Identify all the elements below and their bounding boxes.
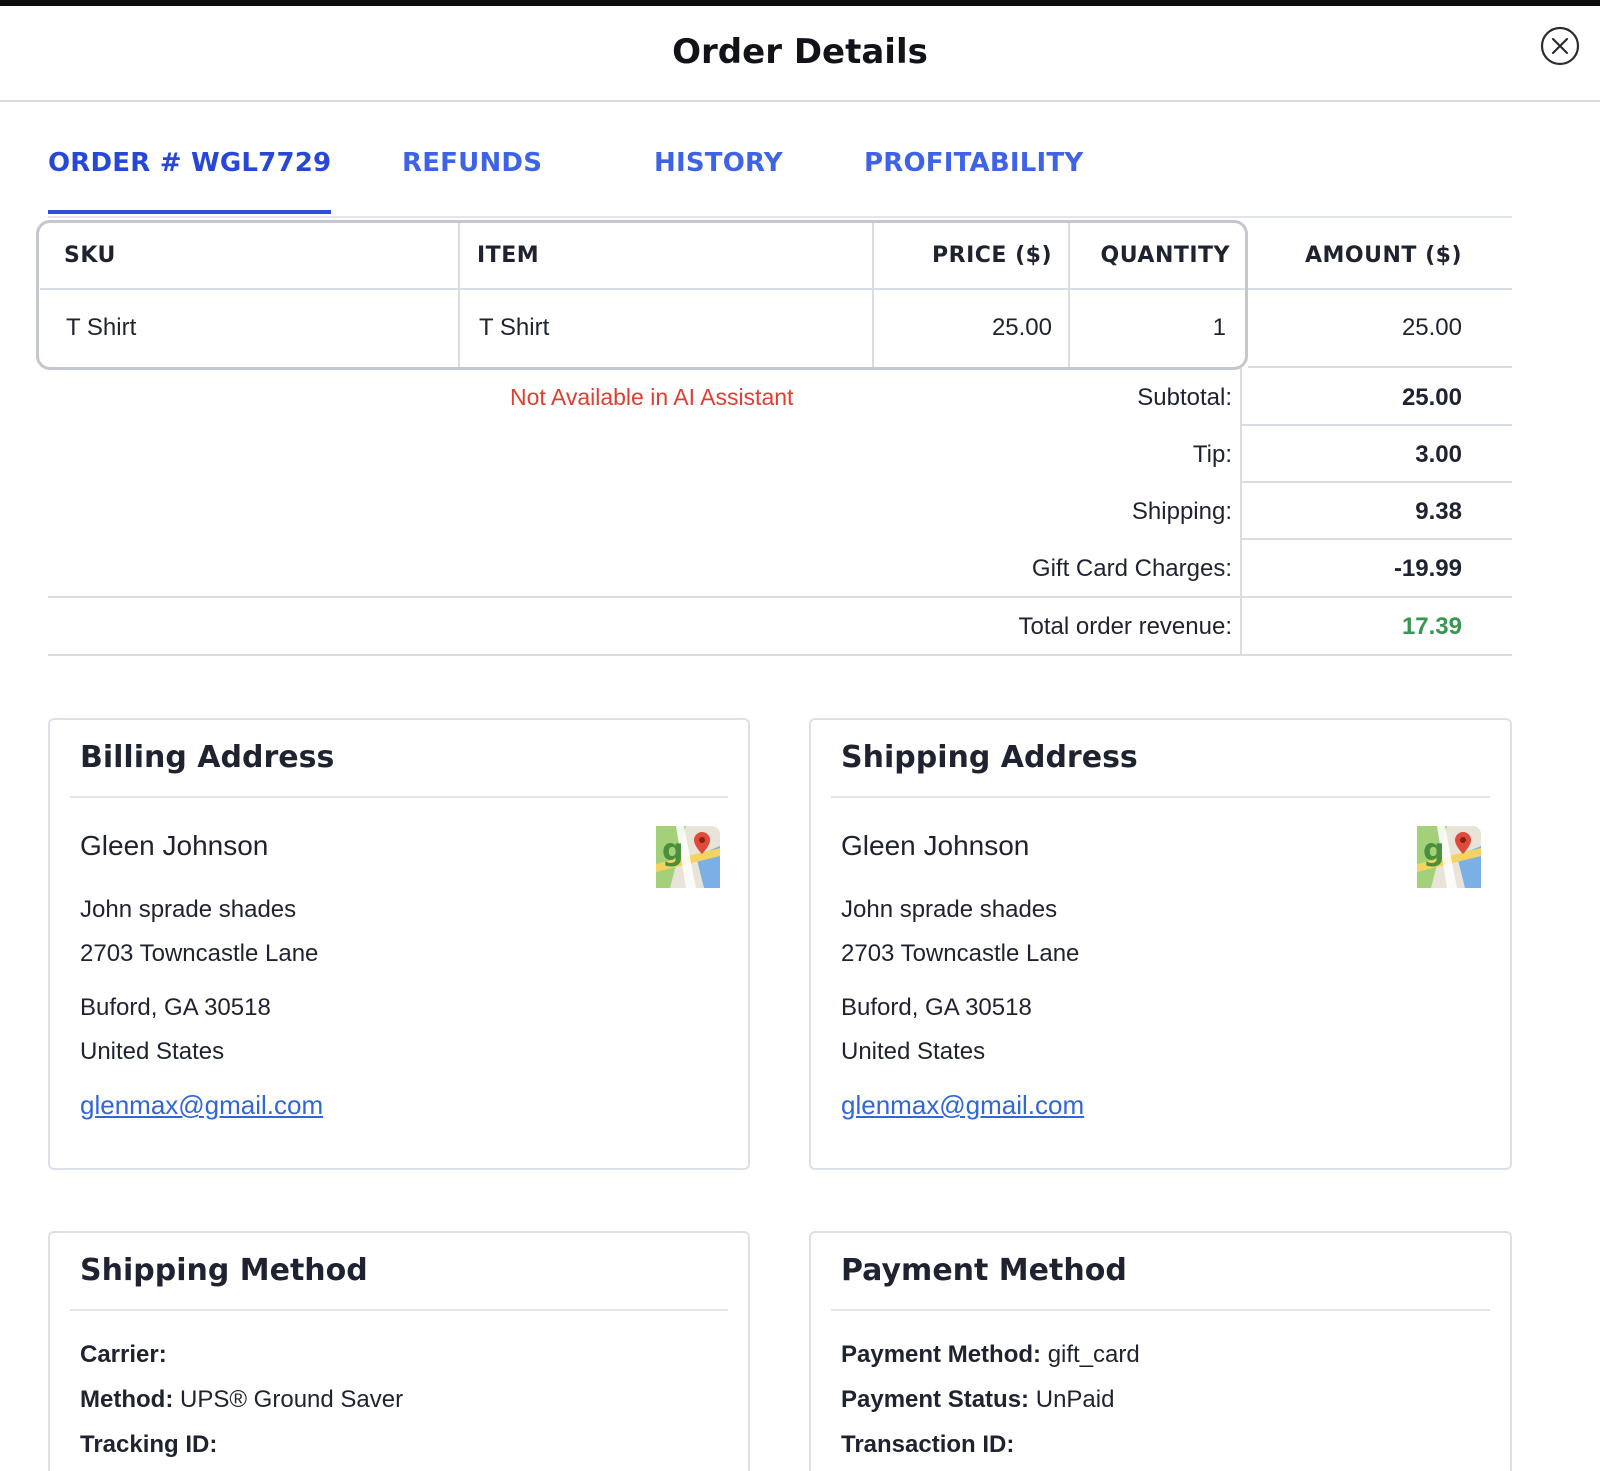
shipping-method-title: Shipping Method xyxy=(80,1253,368,1288)
gift-card-value: -19.99 xyxy=(1393,555,1462,582)
total-revenue-label: Total order revenue: xyxy=(1018,613,1232,640)
payment-method-label: Payment Method: xyxy=(841,1341,1042,1368)
billing-address-card: Billing Address Gleen Johnson g John spr… xyxy=(48,718,750,1170)
billing-address-title: Billing Address xyxy=(80,740,335,775)
tip-label: Tip: xyxy=(1192,441,1232,468)
shipping-address-card: Shipping Address Gleen Johnson g John sp… xyxy=(809,718,1512,1170)
modal-header: Order Details xyxy=(0,6,1600,102)
tab-profitability[interactable]: PROFITABILITY xyxy=(864,148,1083,216)
google-maps-icon[interactable]: g xyxy=(656,826,720,888)
carrier-label: Carrier: xyxy=(80,1341,167,1368)
payment-method-title: Payment Method xyxy=(841,1253,1127,1288)
shipping-city: Buford, GA 30518 xyxy=(841,994,1032,1021)
card-divider xyxy=(831,1309,1490,1311)
subtotal-value: 25.00 xyxy=(1401,384,1462,411)
summary-row-divider xyxy=(1242,481,1512,483)
billing-company: John sprade shades xyxy=(80,896,297,923)
billing-country: United States xyxy=(80,1038,225,1065)
gift-card-label: Gift Card Charges: xyxy=(1031,555,1232,582)
card-divider xyxy=(831,796,1490,798)
summary-row-divider xyxy=(1242,424,1512,426)
svg-text:g: g xyxy=(1423,833,1444,868)
tab-refunds[interactable]: REFUNDS xyxy=(402,148,542,216)
billing-name: Gleen Johnson xyxy=(80,830,269,861)
method-label: Method: xyxy=(80,1386,174,1413)
card-divider xyxy=(70,796,728,798)
billing-email-link[interactable]: glenmax@gmail.com xyxy=(80,1090,323,1121)
tracking-row: Tracking ID: xyxy=(80,1431,217,1459)
shipping-street: 2703 Towncastle Lane xyxy=(841,940,1080,967)
tab-order[interactable]: ORDER # WGL7729 xyxy=(48,148,332,216)
tip-value: 3.00 xyxy=(1415,441,1462,468)
carrier-row: Carrier: xyxy=(80,1341,167,1369)
payment-status-row: Payment Status: UnPaid xyxy=(841,1386,1114,1414)
cell-amount: 25.00 xyxy=(1401,314,1462,341)
tab-history[interactable]: HISTORY xyxy=(654,148,783,216)
tab-divider xyxy=(48,216,1512,218)
payment-status-label: Payment Status: xyxy=(841,1386,1030,1413)
shipping-value: 9.38 xyxy=(1415,498,1462,525)
close-circle-icon[interactable] xyxy=(1540,26,1580,66)
billing-city: Buford, GA 30518 xyxy=(80,994,271,1021)
method-value: UPS® Ground Saver xyxy=(179,1386,404,1413)
shipping-company: John sprade shades xyxy=(841,896,1058,923)
col-header-amount: AMOUNT ($) xyxy=(1305,243,1462,268)
card-divider xyxy=(70,1309,728,1311)
payment-status-value: UnPaid xyxy=(1035,1386,1115,1413)
billing-street: 2703 Towncastle Lane xyxy=(80,940,319,967)
summary-row-divider xyxy=(1242,538,1512,540)
transaction-row: Transaction ID: xyxy=(841,1431,1014,1459)
shipping-address-title: Shipping Address xyxy=(841,740,1138,775)
shipping-email-link[interactable]: glenmax@gmail.com xyxy=(841,1090,1084,1121)
modal-title: Order Details xyxy=(672,32,928,72)
payment-method-value: gift_card xyxy=(1047,1341,1140,1368)
shipping-name: Gleen Johnson xyxy=(841,830,1030,861)
summary-row-divider xyxy=(48,596,1512,598)
shipping-country: United States xyxy=(841,1038,986,1065)
tracking-label: Tracking ID: xyxy=(80,1431,218,1458)
summary-bottom-divider xyxy=(48,654,1512,656)
subtotal-label: Subtotal: xyxy=(1137,384,1232,411)
summary-row-divider xyxy=(1248,366,1512,368)
summary-divider xyxy=(1240,368,1242,656)
google-maps-icon[interactable]: g xyxy=(1417,826,1481,888)
total-revenue-value: 17.39 xyxy=(1401,613,1462,640)
payment-method-row: Payment Method: gift_card xyxy=(841,1341,1140,1369)
payment-method-card: Payment Method Payment Method: gift_card… xyxy=(809,1231,1512,1471)
ai-unavailable-notice: Not Available in AI Assistant xyxy=(510,384,794,410)
svg-text:g: g xyxy=(662,833,683,868)
shipping-method-card: Shipping Method Carrier: Method: UPS® Gr… xyxy=(48,1231,750,1471)
method-row: Method: UPS® Ground Saver xyxy=(80,1386,403,1414)
shipping-label: Shipping: xyxy=(1131,498,1232,525)
items-highlight-frame xyxy=(36,220,1248,370)
transaction-label: Transaction ID: xyxy=(841,1431,1015,1458)
